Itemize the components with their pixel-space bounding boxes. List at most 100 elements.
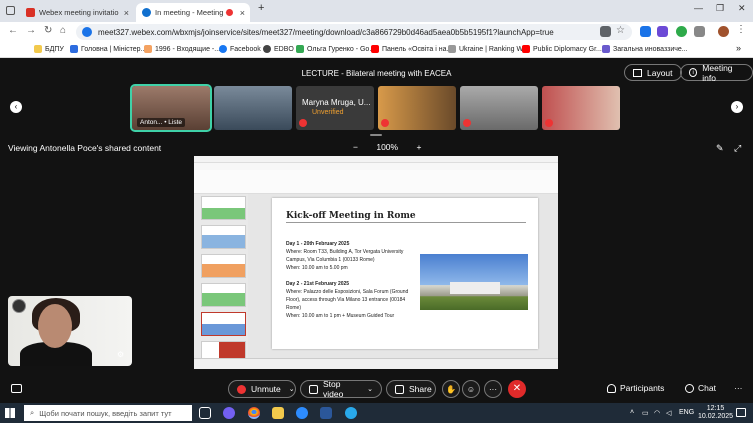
reactions-button[interactable]: ☺ xyxy=(462,380,480,398)
stop-video-button[interactable]: Stop video ⌄ xyxy=(300,379,382,399)
forward-button[interactable]: → xyxy=(26,25,36,36)
tab-webex-invitation[interactable]: Webex meeting invitation: LEC × xyxy=(20,3,134,22)
facebook-icon xyxy=(219,45,227,53)
language-indicator[interactable]: ENG xyxy=(679,409,694,416)
home-button[interactable]: ⌂ xyxy=(60,25,66,36)
windows-start-icon[interactable] xyxy=(5,408,15,418)
bookmark-item[interactable]: 1996 - Входящие -... xyxy=(144,45,220,53)
recording-icon xyxy=(225,9,233,16)
layout-button[interactable]: Layout xyxy=(624,64,682,81)
more-options-button[interactable]: ··· xyxy=(484,380,502,398)
participant-tile[interactable] xyxy=(214,86,292,130)
self-face xyxy=(38,304,72,348)
extension-icon[interactable] xyxy=(640,26,651,37)
taskbar-search-input[interactable]: ⌕ Щоби почати пошук, введіть запит тут xyxy=(24,405,192,421)
participant-tile[interactable] xyxy=(378,86,456,130)
minimize-button[interactable]: — xyxy=(694,3,703,13)
layout-label: Layout xyxy=(647,67,673,78)
stop-video-label: Stop video xyxy=(323,379,344,399)
bookmark-item[interactable]: Ольга Гуренко - Go... xyxy=(296,45,375,53)
slide-title: Kick-off Meeting in Rome xyxy=(286,211,416,221)
viber-icon[interactable] xyxy=(223,407,235,419)
more-panels-button[interactable]: ··· xyxy=(734,383,743,393)
slide-canvas: Kick-off Meeting in Rome Day 1 - 20th Fe… xyxy=(248,194,558,358)
ppt-menu-bar xyxy=(194,163,558,170)
task-view-icon[interactable] xyxy=(199,407,211,419)
muted-mic-icon xyxy=(545,119,553,127)
next-participants-button[interactable]: › xyxy=(731,101,743,113)
zoom-in-button[interactable]: + xyxy=(416,142,421,152)
fullscreen-icon[interactable]: ⤢ xyxy=(734,143,741,154)
bookmark-item[interactable]: Ukraine | Ranking W... xyxy=(448,45,529,53)
participant-tile[interactable] xyxy=(460,86,538,130)
bookmark-item[interactable]: БДПУ xyxy=(34,45,64,53)
raise-hand-button[interactable]: ✋ xyxy=(442,380,460,398)
bookmark-item[interactable]: EDBO xyxy=(263,45,294,53)
reload-button[interactable]: ↻ xyxy=(44,25,52,36)
tab-search-icon[interactable] xyxy=(6,6,15,15)
chevron-down-icon[interactable]: ⌄ xyxy=(367,385,373,393)
bookmark-item[interactable]: Facebook xyxy=(219,45,261,53)
bookmark-label: EDBO xyxy=(274,45,294,53)
prev-participants-button[interactable]: ‹ xyxy=(10,101,22,113)
settings-icon[interactable]: ⚙ xyxy=(117,350,124,359)
url-input[interactable]: meet327.webex.com/wbxmjs/joinservice/sit… xyxy=(76,24,632,40)
close-icon[interactable]: × xyxy=(124,8,129,18)
day1-heading: Day 1 - 20th February 2025 xyxy=(286,241,350,247)
profile-avatar[interactable] xyxy=(718,26,729,37)
participant-tile[interactable]: Maryna Mruga, U... Unverified xyxy=(296,86,374,130)
address-bar: ← → ↻ ⌂ meet327.webex.com/wbxmjs/joinser… xyxy=(0,22,753,42)
word-icon[interactable] xyxy=(320,407,332,419)
shared-content[interactable]: Kick-off Meeting in Rome Day 1 - 20th Fe… xyxy=(194,156,558,369)
meeting-info-button[interactable]: i Meeting info xyxy=(680,63,753,83)
puzzle-icon[interactable] xyxy=(694,26,705,37)
chevron-down-icon[interactable]: ⌄ xyxy=(289,385,295,393)
resize-handle[interactable] xyxy=(370,134,382,136)
bookmark-item[interactable]: Головна | Міністер... xyxy=(70,45,146,53)
pin-icon[interactable] xyxy=(12,299,26,313)
bookmark-label: Facebook xyxy=(230,45,261,53)
wifi-icon[interactable]: ◠ xyxy=(654,409,660,417)
telegram-icon[interactable] xyxy=(345,407,357,419)
translate-icon[interactable] xyxy=(600,26,611,37)
slide-thumbnail-selected xyxy=(201,312,246,336)
notification-icon[interactable] xyxy=(736,408,746,417)
bookmark-item[interactable]: Public Diplomacy Gr... xyxy=(522,45,602,53)
tray-chevron-icon[interactable]: ˄ xyxy=(630,409,634,416)
menu-icon[interactable]: ⋮ xyxy=(736,24,747,35)
new-tab-button[interactable]: + xyxy=(258,2,264,14)
more-bookmarks-button[interactable]: » xyxy=(736,43,741,53)
extension-icon[interactable] xyxy=(657,26,668,37)
file-explorer-icon[interactable] xyxy=(272,407,284,419)
bookmark-item[interactable]: Панель «Освіта і на... xyxy=(371,45,452,53)
extension-icon[interactable] xyxy=(676,26,687,37)
zoom-app-icon[interactable] xyxy=(296,407,308,419)
bookmark-label: Public Diplomacy Gr... xyxy=(533,45,602,53)
star-icon[interactable]: ☆ xyxy=(616,25,627,36)
participant-tile[interactable] xyxy=(542,86,620,130)
close-window-button[interactable]: ✕ xyxy=(738,3,746,14)
captions-icon[interactable] xyxy=(11,384,22,393)
maximize-button[interactable]: ❐ xyxy=(716,3,724,14)
chrome-icon[interactable] xyxy=(248,407,260,419)
zoom-out-button[interactable]: − xyxy=(353,142,358,152)
self-video[interactable] xyxy=(8,296,132,366)
day2-heading: Day 2 - 21st February 2025 xyxy=(286,281,350,287)
chat-button[interactable]: Chat xyxy=(685,383,716,393)
close-icon[interactable]: × xyxy=(240,8,245,18)
participants-label: Participants xyxy=(620,383,665,393)
tab-in-meeting[interactable]: In meeting - Meeting - Webex × xyxy=(136,3,250,22)
volume-icon[interactable]: ◁ xyxy=(666,409,671,417)
unmute-button[interactable]: Unmute ⌄ xyxy=(228,380,296,398)
participants-button[interactable]: Participants xyxy=(607,383,664,393)
participant-tile[interactable]: Anton... • Liste xyxy=(130,84,212,132)
taskbar-clock[interactable]: 12:15 10.02.2025 xyxy=(698,405,733,421)
share-button[interactable]: Share xyxy=(386,380,436,398)
leave-meeting-button[interactable]: ✕ xyxy=(508,380,526,398)
network-icon[interactable]: ▭ xyxy=(642,409,649,417)
site-info-icon[interactable] xyxy=(82,27,92,37)
back-button[interactable]: ← xyxy=(8,25,18,36)
bookmark-item[interactable]: Загальна иноваззиче... xyxy=(602,45,688,53)
annotate-icon[interactable]: ✎ xyxy=(716,143,724,154)
video-icon xyxy=(309,384,318,394)
